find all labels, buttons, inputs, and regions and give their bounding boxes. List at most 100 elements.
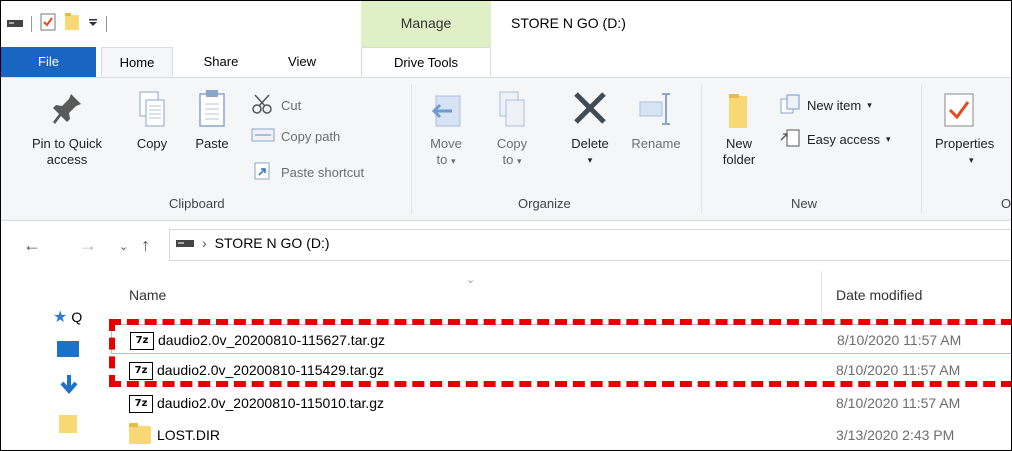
copy-icon: [129, 88, 175, 136]
new-item-icon: [779, 94, 801, 117]
title-bar: Manage STORE N GO (D:): [1, 1, 1011, 47]
rename-button[interactable]: Rename: [623, 88, 689, 152]
tab-view[interactable]: View: [269, 47, 335, 77]
recent-locations-chevron-icon[interactable]: ⌄: [119, 240, 128, 253]
copy-to-label-line2: to: [502, 152, 514, 167]
tab-drive-tools[interactable]: Drive Tools: [361, 47, 491, 77]
copy-path-icon: [251, 128, 275, 145]
column-headers: ⌄ Name Date modified: [111, 271, 1011, 321]
file-date: 8/10/2020 11:57 AM: [836, 395, 961, 411]
delete-button[interactable]: Delete ▾: [561, 88, 619, 168]
easy-access-button[interactable]: Easy access ▾: [779, 128, 891, 151]
cut-label: Cut: [281, 98, 302, 113]
qat-separator: [31, 15, 32, 32]
copy-to-label-line1: Copy: [496, 136, 528, 151]
nav-item-documents[interactable]: [59, 413, 79, 438]
nav-item-quick-access-label: Q: [71, 309, 83, 325]
pin-to-quick-access-button[interactable]: Pin to Quick access: [17, 88, 117, 168]
column-header-name[interactable]: Name: [129, 287, 166, 303]
drive-icon: [176, 235, 194, 251]
move-to-button[interactable]: Move to ▾: [421, 88, 471, 169]
paste-icon: [189, 88, 235, 136]
breadcrumb-separator-icon: ›: [202, 235, 207, 251]
group-separator: [921, 84, 922, 214]
file-row[interactable]: 7z daudio2.0v_20200810-115010.tar.gz 8/1…: [111, 388, 1011, 418]
group-label-open: O: [1001, 196, 1012, 211]
column-separator[interactable]: [821, 271, 822, 321]
forward-arrow-icon[interactable]: →: [79, 235, 97, 256]
pin-label-line1: Pin to Quick: [31, 136, 103, 151]
group-label-clipboard: Clipboard: [169, 196, 225, 211]
copy-button[interactable]: Copy: [129, 88, 175, 152]
navigation-pane: ★ Q: [1, 271, 99, 450]
copy-path-label: Copy path: [281, 129, 341, 144]
new-folder-qat-icon[interactable]: [64, 13, 80, 34]
group-separator: [411, 84, 412, 214]
nav-item-downloads[interactable]: [59, 375, 79, 400]
back-arrow-icon[interactable]: ←: [23, 235, 41, 256]
properties-icon: [929, 88, 1011, 136]
chevron-down-icon: ▾: [969, 155, 974, 165]
breadcrumb: › STORE N GO (D:): [176, 235, 330, 251]
manage-group-label: Manage: [400, 15, 452, 31]
tab-share[interactable]: Share: [193, 47, 249, 77]
file-row[interactable]: LOST.DIR 3/13/2020 2:43 PM: [111, 420, 1011, 450]
easy-access-icon: [779, 128, 801, 151]
tab-home[interactable]: Home: [101, 47, 173, 77]
paste-shortcut-button[interactable]: Paste shortcut: [251, 162, 364, 183]
copy-path-button[interactable]: Copy path: [251, 128, 340, 145]
easy-access-label: Easy access: [807, 132, 880, 147]
tab-file[interactable]: File: [1, 47, 96, 77]
desktop-icon: [57, 341, 81, 362]
properties-qat-icon[interactable]: [40, 13, 56, 34]
up-arrow-icon[interactable]: ↑: [141, 235, 150, 256]
pin-icon: [17, 88, 117, 136]
delete-x-icon: [561, 88, 619, 136]
chevron-down-icon: ▾: [450, 156, 456, 166]
drive-icon: [7, 16, 23, 31]
move-to-label-line1: Move: [430, 136, 462, 151]
copy-to-button[interactable]: Copy to ▾: [489, 88, 535, 169]
nav-item-quick-access[interactable]: ★ Q: [53, 307, 82, 327]
breadcrumb-location[interactable]: STORE N GO (D:): [215, 235, 330, 251]
copy-to-icon: [489, 88, 535, 136]
delete-label: Delete: [571, 136, 609, 151]
new-folder-label-line1: New: [725, 136, 752, 151]
cut-button[interactable]: Cut: [251, 94, 301, 117]
star-icon: ★: [53, 309, 68, 326]
file-name: LOST.DIR: [157, 427, 221, 443]
pin-label-line2: access: [46, 152, 88, 167]
group-label-organize: Organize: [518, 196, 571, 211]
copy-label: Copy: [136, 136, 168, 151]
properties-label: Properties: [935, 136, 995, 151]
chevron-down-icon: ▾: [587, 155, 593, 165]
folder-icon: [129, 423, 151, 447]
new-folder-button[interactable]: New folder: [713, 88, 765, 168]
chevron-down-icon: ▾: [885, 134, 891, 144]
explorer-window: Manage STORE N GO (D:) File Home Share V…: [0, 0, 1012, 451]
new-folder-label-line2: folder: [722, 152, 756, 167]
qat-dropdown-icon[interactable]: [88, 16, 98, 31]
properties-button[interactable]: Properties ▾: [929, 88, 1011, 168]
new-folder-icon: [713, 88, 765, 136]
paste-label: Paste: [195, 136, 229, 151]
nav-item-desktop[interactable]: [57, 341, 81, 362]
rename-label: Rename: [631, 136, 681, 151]
column-header-date-modified[interactable]: Date modified: [836, 287, 922, 303]
file-name: daudio2.0v_20200810-115010.tar.gz: [157, 395, 385, 411]
folder-icon: [59, 415, 79, 438]
highlight-annotation: [109, 319, 1011, 387]
sort-chevron-icon: ⌄: [466, 274, 476, 286]
chevron-down-icon: ▾: [516, 156, 522, 166]
paste-button[interactable]: Paste: [189, 88, 235, 152]
group-label-new: New: [791, 196, 818, 211]
paste-shortcut-label: Paste shortcut: [281, 165, 365, 180]
chevron-down-icon: ▾: [867, 100, 872, 110]
ribbon-tabs: File Home Share View Drive Tools: [1, 47, 1011, 77]
new-item-button[interactable]: New item ▾: [779, 94, 872, 117]
window-title: STORE N GO (D:): [511, 15, 626, 31]
move-to-icon: [421, 88, 471, 136]
new-item-label: New item: [807, 98, 862, 113]
7z-archive-icon: 7z: [129, 394, 153, 413]
rename-icon: [623, 88, 689, 136]
